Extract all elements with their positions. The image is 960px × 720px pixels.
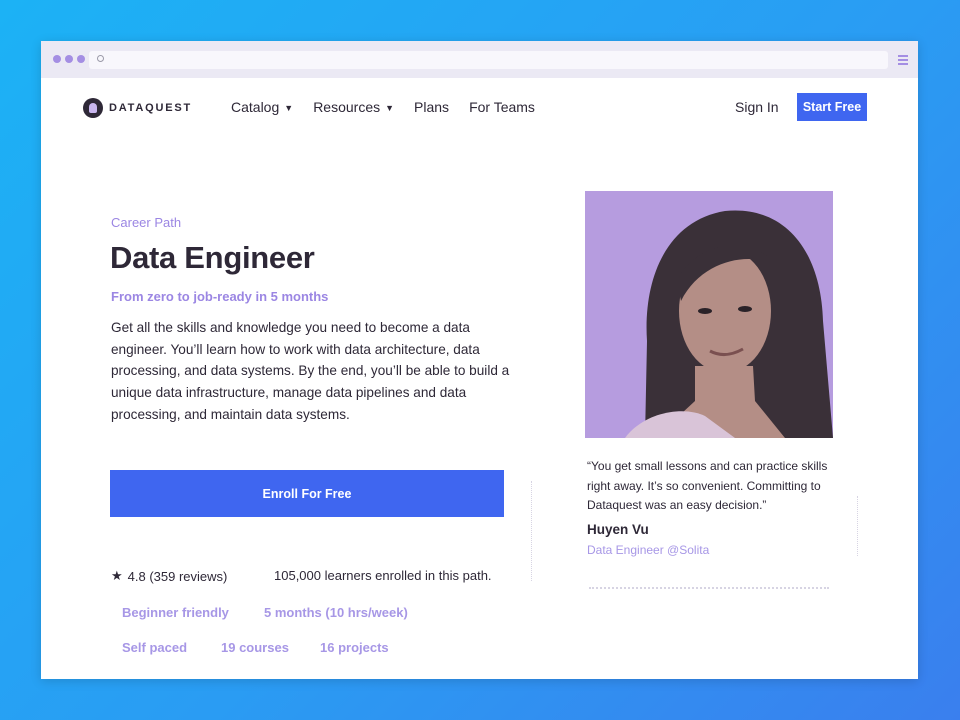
rating[interactable]: ★ 4.8 (359 reviews) — [111, 568, 227, 584]
browser-toolbar — [41, 41, 918, 78]
nav-item-resources[interactable]: Resources ▼ — [313, 99, 394, 115]
tag-beginner-friendly: Beginner friendly — [122, 605, 229, 620]
nav-item-for-teams[interactable]: For Teams — [469, 99, 535, 115]
testimonial-photo — [585, 191, 833, 438]
browser-window: DATAQUEST Catalog ▼ Resources ▼ Plans For … — [41, 41, 918, 679]
rating-text: 4.8 (359 reviews) — [127, 568, 228, 584]
divider — [531, 481, 532, 581]
nav-item-label: Catalog — [231, 99, 280, 115]
enrolled-count: 105,000 learners enrolled in this path. — [274, 568, 492, 583]
nav-links: Catalog ▼ Resources ▼ Plans For Teams — [231, 99, 555, 115]
logo-icon — [83, 98, 103, 118]
window-dot[interactable] — [53, 55, 61, 63]
tag-duration: 5 months (10 hrs/week) — [264, 605, 408, 620]
eyebrow-label: Career Path — [111, 215, 182, 230]
enroll-button[interactable]: Enroll For Free — [110, 470, 504, 517]
tag-projects: 16 projects — [320, 640, 389, 655]
menu-icon[interactable] — [898, 55, 908, 67]
testimonial-quote: “You get small lessons and can practice … — [587, 459, 828, 512]
path-description: Get all the skills and knowledge you nee… — [111, 320, 510, 422]
testimonial-name: Huyen Vu — [587, 522, 649, 537]
logo[interactable]: DATAQUEST — [83, 98, 192, 118]
caret-down-icon: ▼ — [385, 103, 395, 113]
star-icon: ★ — [111, 568, 123, 583]
reload-icon[interactable] — [97, 55, 104, 62]
testimonial-role: Data Engineer @Solita — [587, 543, 710, 557]
window-controls[interactable] — [53, 55, 85, 63]
caret-down-icon: ▼ — [284, 103, 294, 113]
divider — [589, 587, 829, 589]
start-free-button[interactable]: Start Free — [797, 93, 867, 121]
logo-text: DATAQUEST — [109, 102, 193, 114]
portrait-image — [625, 210, 833, 438]
page-title: Data Engineer — [110, 240, 315, 275]
tag-courses: 19 courses — [221, 640, 289, 655]
page-subtitle: From zero to job-ready in 5 months — [111, 289, 329, 304]
nav-item-label: Resources — [313, 99, 381, 115]
sign-in-link[interactable]: Sign In — [735, 99, 779, 115]
address-bar[interactable] — [89, 51, 888, 69]
nav-item-plans[interactable]: Plans — [414, 99, 449, 115]
site-header: DATAQUEST Catalog ▼ Resources ▼ Plans For … — [41, 78, 918, 136]
nav-item-catalog[interactable]: Catalog ▼ — [231, 99, 293, 115]
window-dot[interactable] — [77, 55, 85, 63]
tag-self-paced: Self paced — [122, 640, 188, 655]
divider — [857, 496, 858, 556]
window-dot[interactable] — [65, 55, 73, 63]
